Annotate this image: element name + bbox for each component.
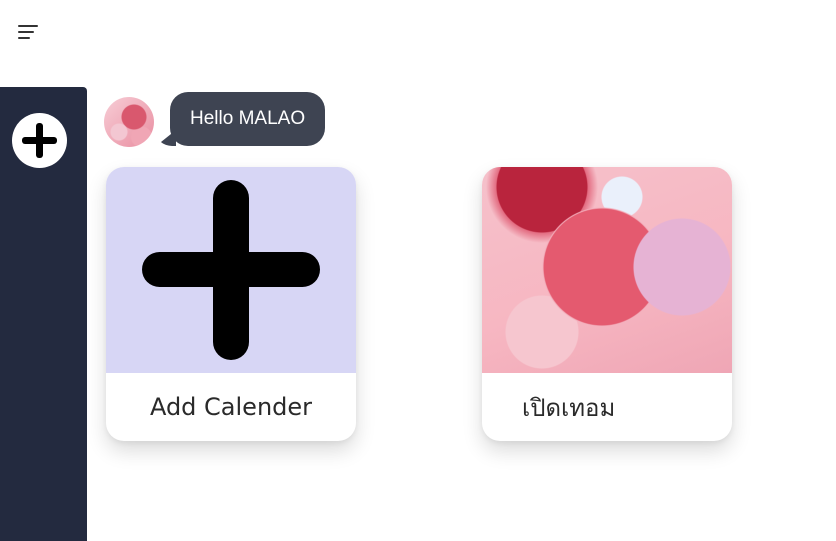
calendar-card-image — [482, 167, 732, 373]
add-calendar-card[interactable]: Add Calender — [106, 167, 356, 441]
avatar[interactable] — [104, 97, 154, 147]
card-label: เปิดเทอม — [522, 393, 616, 422]
hamburger-menu-icon[interactable] — [18, 20, 46, 44]
greeting-bubble: Hello MALAO — [170, 92, 326, 146]
card-label: Add Calender — [149, 393, 313, 421]
greeting-text: Hello MALAO — [190, 108, 306, 129]
calendar-card[interactable]: เปิดเทอม — [482, 167, 732, 441]
sidebar-add-button[interactable] — [12, 113, 67, 168]
sidebar — [0, 87, 87, 541]
plus-icon — [106, 167, 356, 373]
